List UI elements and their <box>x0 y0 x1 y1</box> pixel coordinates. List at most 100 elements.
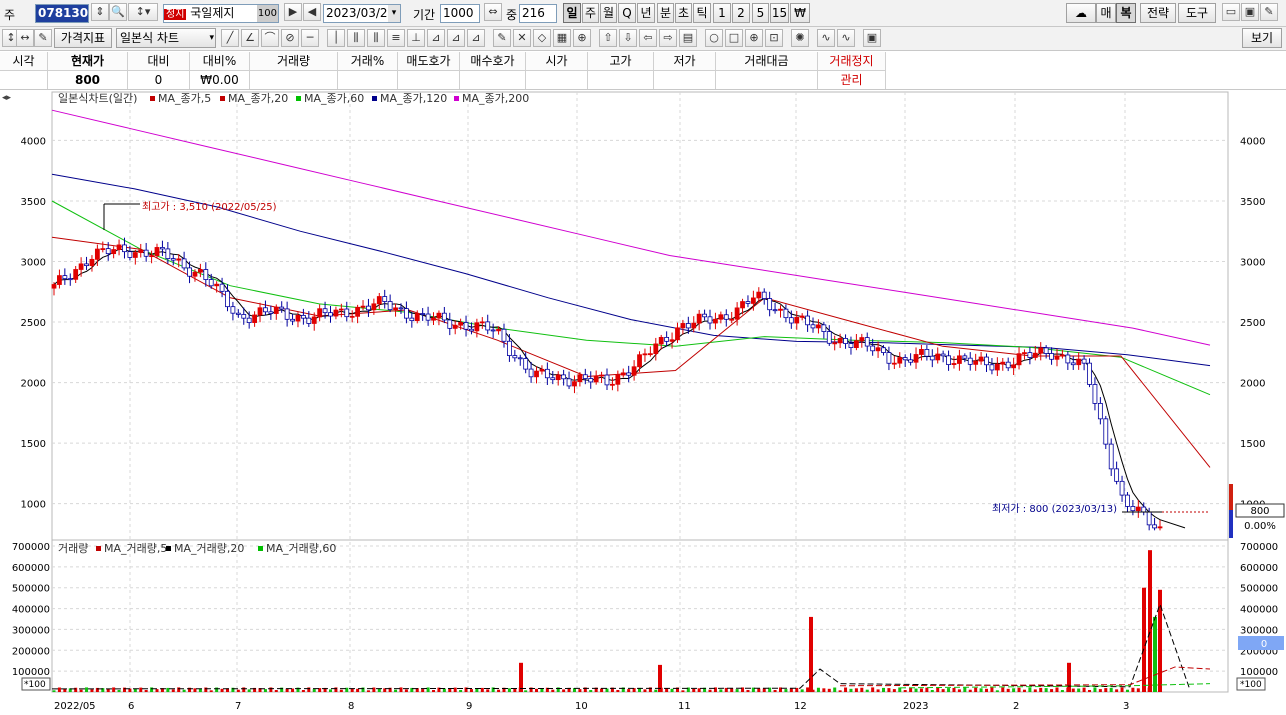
volume-bar <box>377 688 381 692</box>
rect-tool-icon[interactable]: □ <box>725 29 743 47</box>
period-adjust-icon[interactable]: ⇔ <box>484 3 502 21</box>
delete-tool-icon[interactable]: ✕ <box>513 29 531 47</box>
interval-button-11[interactable]: 15 <box>770 3 789 23</box>
right-button-0[interactable]: 매 <box>1096 3 1116 23</box>
date-input[interactable]: 2023/03/24 ▾ <box>323 4 401 23</box>
volume-bar <box>1115 689 1119 692</box>
candle-body <box>778 308 783 311</box>
candle-body <box>1016 353 1022 366</box>
candle-body <box>436 312 442 319</box>
mid-input[interactable]: 216 <box>519 4 557 23</box>
candle-body <box>1119 480 1125 496</box>
price-tick-right: 3500 <box>1240 197 1265 208</box>
angle-tool-icon[interactable]: ∠ <box>241 29 259 47</box>
candle-body <box>588 378 594 383</box>
volume-bar <box>247 689 251 692</box>
left-arrow-tool-icon[interactable]: ⇦ <box>639 29 657 47</box>
candle-body <box>989 364 995 371</box>
fan-tool-icon[interactable]: ⊘ <box>281 29 299 47</box>
candle-body <box>572 381 577 387</box>
indicator-button[interactable]: 가격지표 <box>54 28 112 48</box>
tools-button[interactable]: 도구 <box>1178 3 1216 23</box>
volume-bar <box>562 689 566 692</box>
interval-button-1[interactable]: 주 <box>582 3 599 23</box>
volume-bar <box>220 688 224 692</box>
candle-body <box>257 307 263 316</box>
period-input[interactable]: 1000 <box>440 4 480 23</box>
trendline-tool-icon[interactable]: ╱ <box>221 29 239 47</box>
interval-button-8[interactable]: 1 <box>713 3 731 23</box>
triangle-b-tool-icon[interactable]: ⊿ <box>447 29 465 47</box>
table-tool-icon[interactable]: ▣ <box>863 29 881 47</box>
prev-play-icon[interactable]: ◀ <box>303 3 321 21</box>
interval-button-6[interactable]: 초 <box>675 3 692 23</box>
folder-icon[interactable]: ▭ <box>1222 3 1240 21</box>
channel-tool-icon[interactable]: ⫼ <box>347 29 365 47</box>
interval-button-4[interactable]: 년 <box>637 3 655 23</box>
stock-name-field[interactable]: 정지 국일제지 100 <box>163 4 279 23</box>
interval-button-7[interactable]: 틱 <box>693 3 711 23</box>
vline-tool-icon[interactable]: │ <box>327 29 345 47</box>
wave-tool-icon[interactable]: ∿ <box>817 29 835 47</box>
stock-code-input[interactable]: 078130 <box>35 4 89 23</box>
view-button[interactable]: 보기 <box>1242 28 1282 48</box>
horizontal-scale-icon[interactable]: ↔ <box>16 29 34 47</box>
code-spin-icon[interactable]: ⇕ <box>91 3 109 21</box>
diamond-tool-icon[interactable]: ◇ <box>533 29 551 47</box>
hline-tool-icon[interactable]: ─ <box>301 29 319 47</box>
volume-bar <box>654 689 658 692</box>
candle-body <box>1114 468 1120 482</box>
interval-button-2[interactable]: 월 <box>600 3 617 23</box>
interval-button-10[interactable]: 5 <box>752 3 769 23</box>
candle-body <box>143 249 149 257</box>
price-volume-chart[interactable]: 1000100015001500200020002500250030003000… <box>0 90 1286 712</box>
triangle-a-tool-icon[interactable]: ⊿ <box>427 29 445 47</box>
crosshair-tool-icon[interactable]: ⊕ <box>573 29 591 47</box>
wave2-tool-icon[interactable]: ∿ <box>837 29 855 47</box>
chart-type-select[interactable]: 일본식 차트 ▾ <box>116 28 216 48</box>
pattern-tool-icon[interactable]: ▦ <box>553 29 571 47</box>
interval-button-3[interactable]: Q <box>618 3 636 23</box>
volume-bar <box>117 690 121 692</box>
up-arrow-tool-icon[interactable]: ⇧ <box>599 29 617 47</box>
candle-body <box>420 313 426 315</box>
pencil-tool-icon[interactable]: ✎ <box>493 29 511 47</box>
calendar-dropdown-icon[interactable]: ▾ <box>388 5 400 22</box>
perpendicular-tool-icon[interactable]: ⊥ <box>407 29 425 47</box>
zoom-box-tool-icon[interactable]: ⊡ <box>765 29 783 47</box>
quote-header-10: 저가 <box>654 52 716 71</box>
zoom-tool-icon[interactable]: ⊕ <box>745 29 763 47</box>
grid-lines-tool-icon[interactable]: ⫼ <box>367 29 385 47</box>
candle-body <box>94 248 100 260</box>
candle-body <box>1157 526 1163 529</box>
search-icon[interactable]: 🔍 <box>109 3 127 21</box>
price-legend-title: 일본식차트(일간) <box>58 91 137 105</box>
down-arrow-tool-icon[interactable]: ⇩ <box>619 29 637 47</box>
memo-tool-icon[interactable]: ▤ <box>679 29 697 47</box>
volume-bar <box>469 689 473 692</box>
candle-body <box>1130 506 1136 512</box>
circle-tool-icon[interactable]: ○ <box>705 29 723 47</box>
interval-button-0[interactable]: 일 <box>563 3 581 23</box>
save-icon[interactable]: ▣ <box>1241 3 1259 21</box>
wrench-icon[interactable]: ✎ <box>1260 3 1278 21</box>
magic-tool-icon[interactable]: ✺ <box>791 29 809 47</box>
arc-tool-icon[interactable]: ⌒ <box>261 29 279 47</box>
right-arrow-tool-icon[interactable]: ⇨ <box>659 29 677 47</box>
volume-legend-title: 거래량 <box>58 542 88 555</box>
strategy-button[interactable]: 전략 <box>1140 3 1176 23</box>
sort-dropdown-icon[interactable]: ↕▾ <box>128 3 158 21</box>
cloud-icon[interactable]: ☁ <box>1066 3 1096 23</box>
chart-area[interactable]: 1000100015001500200020002500250030003000… <box>0 90 1286 712</box>
edit-icon[interactable]: ✎ <box>34 29 52 47</box>
interval-button-5[interactable]: 분 <box>657 3 674 23</box>
interval-button-12[interactable]: ₩ <box>790 3 810 23</box>
candle-body <box>691 322 697 329</box>
right-button-1[interactable]: 복 <box>1116 3 1136 23</box>
fibo-tool-icon[interactable]: ≡ <box>387 29 405 47</box>
volume-bar <box>947 688 951 692</box>
interval-button-9[interactable]: 2 <box>732 3 750 23</box>
volume-bar <box>1060 690 1064 692</box>
triangle-c-tool-icon[interactable]: ⊿ <box>467 29 485 47</box>
next-play-icon[interactable]: ▶ <box>284 3 302 21</box>
